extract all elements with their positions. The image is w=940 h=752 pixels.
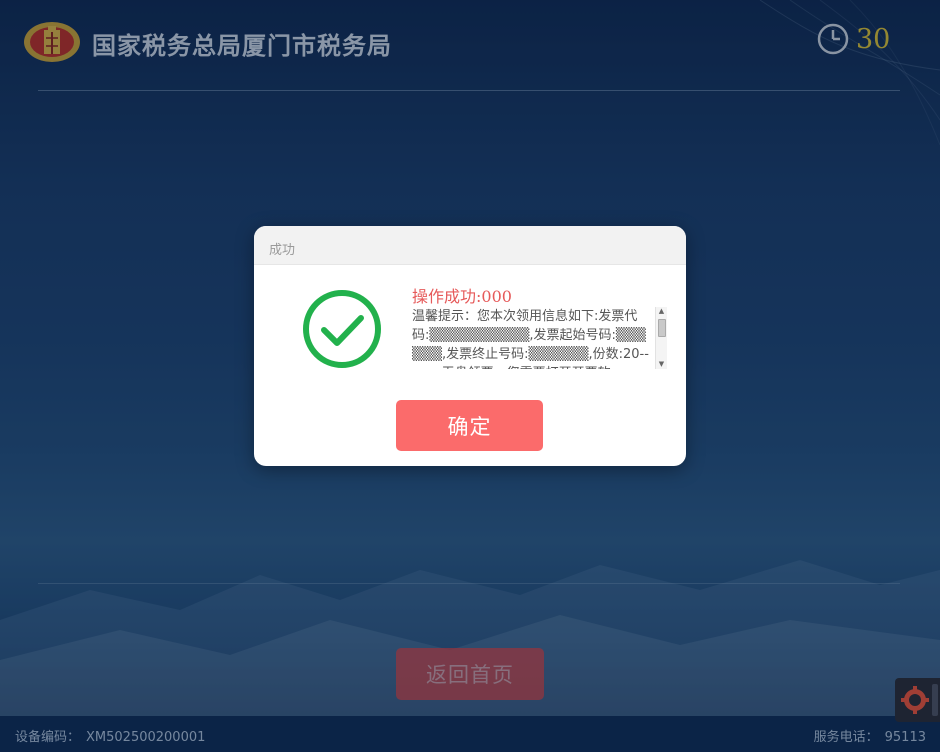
dialog-header (254, 226, 686, 265)
result-message-title: 操作成功:000 (412, 287, 512, 306)
success-dialog: 成功 操作成功:000 温馨提示：您本次领用信息如下:发票代码:▒▒▒▒▒▒▒▒… (254, 226, 686, 466)
dialog-title: 成功 (269, 243, 296, 258)
scroll-up-arrow-icon[interactable]: ▲ (656, 307, 667, 316)
message-scroll-area[interactable]: 温馨提示：您本次领用信息如下:发票代码:▒▒▒▒▒▒▒▒▒▒,发票起始号码:▒▒… (412, 307, 667, 369)
kiosk-screen: 国家税务总局厦门市税务局 30 返回首页 设备编码： XM502500200001… (0, 0, 940, 752)
message-scrollbar[interactable]: ▲ ▼ (655, 307, 667, 369)
result-message-body: 温馨提示：您本次领用信息如下:发票代码:▒▒▒▒▒▒▒▒▒▒,发票起始号码:▒▒… (412, 309, 649, 369)
success-check-icon (303, 290, 381, 368)
confirm-button[interactable]: 确定 (396, 400, 543, 451)
scroll-thumb[interactable] (658, 319, 666, 337)
scroll-down-arrow-icon[interactable]: ▼ (656, 360, 667, 369)
